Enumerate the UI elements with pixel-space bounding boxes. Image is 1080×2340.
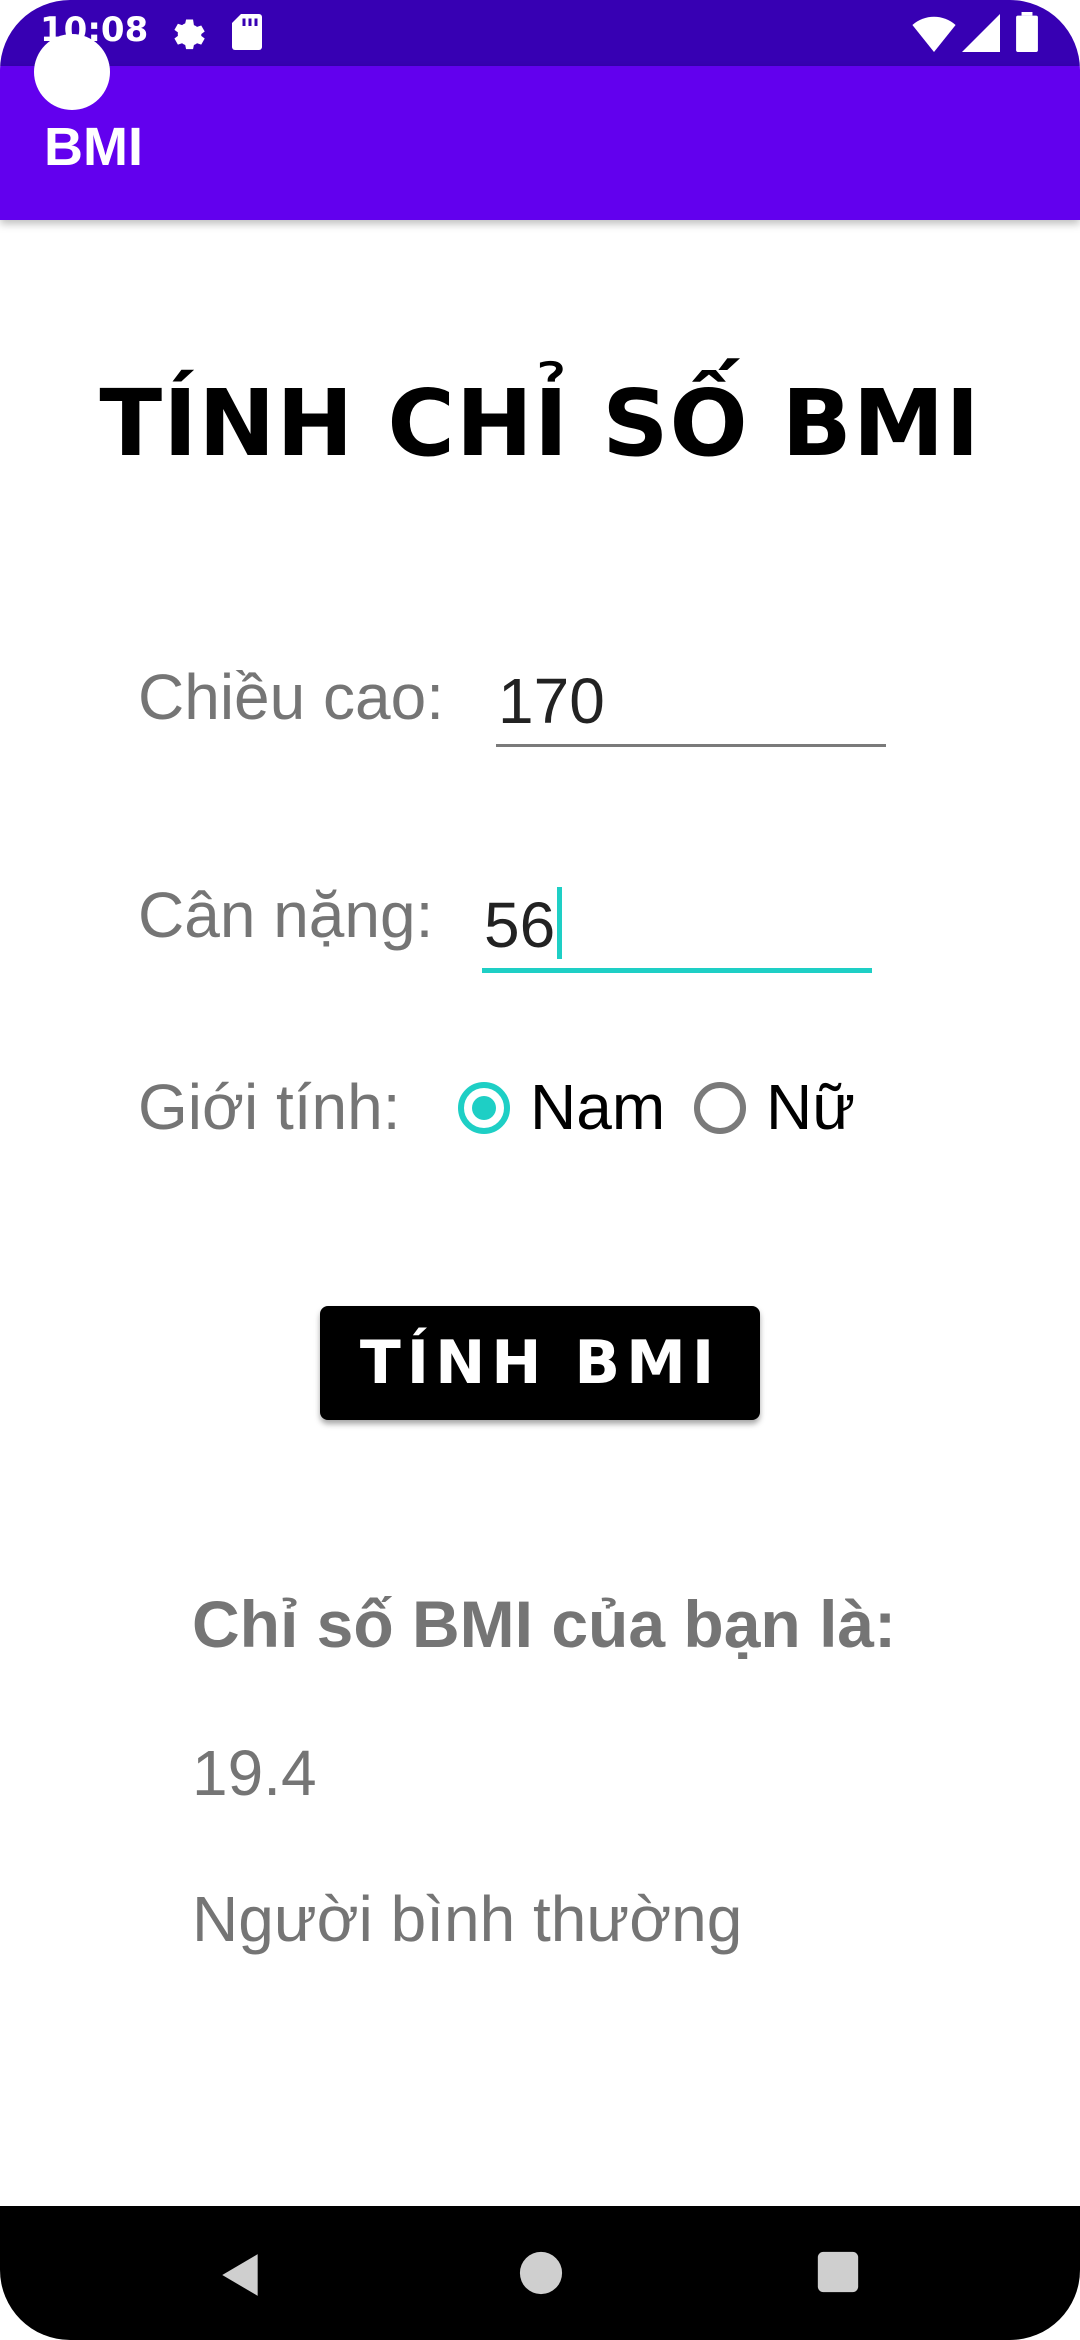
bmi-result-status: Người bình thường <box>192 1883 743 1955</box>
calculate-bmi-button[interactable]: TÍNH BMI <box>320 1306 760 1420</box>
gender-female-label[interactable]: Nữ <box>766 1070 855 1144</box>
camera-cutout <box>34 34 110 110</box>
text-cursor <box>557 887 563 959</box>
status-bar: 10:08 <box>0 0 1080 66</box>
height-value: 170 <box>498 665 605 737</box>
height-input[interactable]: 170 <box>496 664 886 747</box>
navigation-bar <box>0 2206 1080 2340</box>
battery-icon <box>1016 12 1038 57</box>
gender-female-radio[interactable] <box>694 1082 746 1134</box>
app-title: BMI <box>44 117 143 177</box>
back-icon[interactable] <box>216 2250 266 2305</box>
wifi-icon <box>912 16 956 57</box>
weight-value: 56 <box>484 889 556 961</box>
screen: 10:08 BMI TÍNH CHỈ SỐ BMI Chiều cao: 170… <box>0 0 1080 2340</box>
gender-male-radio[interactable] <box>458 1082 510 1134</box>
bmi-result-value: 19.4 <box>192 1737 317 1809</box>
weight-label: Cân nặng: <box>138 879 434 951</box>
signal-icon <box>962 14 1000 57</box>
page-title: TÍNH CHỈ SỐ BMI <box>99 370 981 477</box>
weight-input[interactable]: 56 <box>482 887 872 973</box>
sd-card-icon <box>232 14 262 55</box>
gear-icon <box>168 14 206 57</box>
gender-male-label[interactable]: Nam <box>530 1070 665 1144</box>
app-bar: BMI <box>0 66 1080 220</box>
height-label: Chiều cao: <box>138 661 444 733</box>
home-icon[interactable] <box>518 2250 564 2301</box>
recents-icon[interactable] <box>816 2250 860 2299</box>
gender-label: Giới tính: <box>138 1071 401 1143</box>
result-heading: Chỉ số BMI của bạn là: <box>192 1587 897 1661</box>
